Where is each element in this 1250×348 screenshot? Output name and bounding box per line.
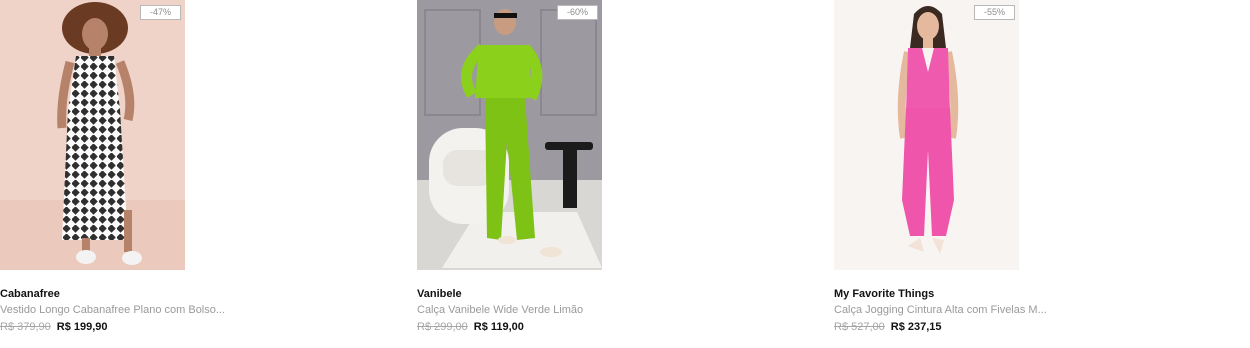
product-grid: -47% Cabanafree Vestido Longo Cabanafree… — [0, 0, 1250, 348]
discount-badge: -55% — [974, 5, 1015, 20]
product-price: R$ 527,00 R$ 237,15 — [834, 321, 942, 333]
sale-price: R$ 119,00 — [473, 321, 524, 333]
product-brand[interactable]: Vanibele — [417, 288, 462, 300]
product-card[interactable]: -55% My Favorite Things Calça Jogging Ci… — [834, 0, 1134, 348]
product-image[interactable]: -60% — [417, 0, 602, 270]
discount-badge: -60% — [557, 5, 598, 20]
sale-price: R$ 237,15 — [890, 321, 942, 333]
product-brand[interactable]: Cabanafree — [0, 288, 60, 300]
product-price: R$ 379,90 R$ 199,90 — [0, 321, 108, 333]
model-photo-lime-set — [417, 0, 602, 270]
model-photo-dress — [0, 0, 185, 270]
product-price: R$ 299,00 R$ 119,00 — [417, 321, 524, 333]
product-image[interactable]: -47% — [0, 0, 185, 270]
model-photo-pink-set — [834, 0, 1019, 270]
product-brand[interactable]: My Favorite Things — [834, 288, 934, 300]
product-card[interactable]: -60% Vanibele Calça Vanibele Wide Verde … — [417, 0, 717, 348]
product-image[interactable]: -55% — [834, 0, 1019, 270]
product-description[interactable]: Calça Jogging Cintura Alta com Fivelas M… — [834, 304, 1047, 316]
product-description[interactable]: Vestido Longo Cabanafree Plano com Bolso… — [0, 304, 225, 316]
product-card[interactable]: -47% Cabanafree Vestido Longo Cabanafree… — [0, 0, 300, 348]
sale-price: R$ 199,90 — [56, 321, 108, 333]
product-description[interactable]: Calça Vanibele Wide Verde Limão — [417, 304, 583, 316]
old-price: R$ 379,90 — [0, 321, 51, 333]
old-price: R$ 299,00 — [417, 321, 468, 333]
discount-badge: -47% — [140, 5, 181, 20]
old-price: R$ 527,00 — [834, 321, 885, 333]
